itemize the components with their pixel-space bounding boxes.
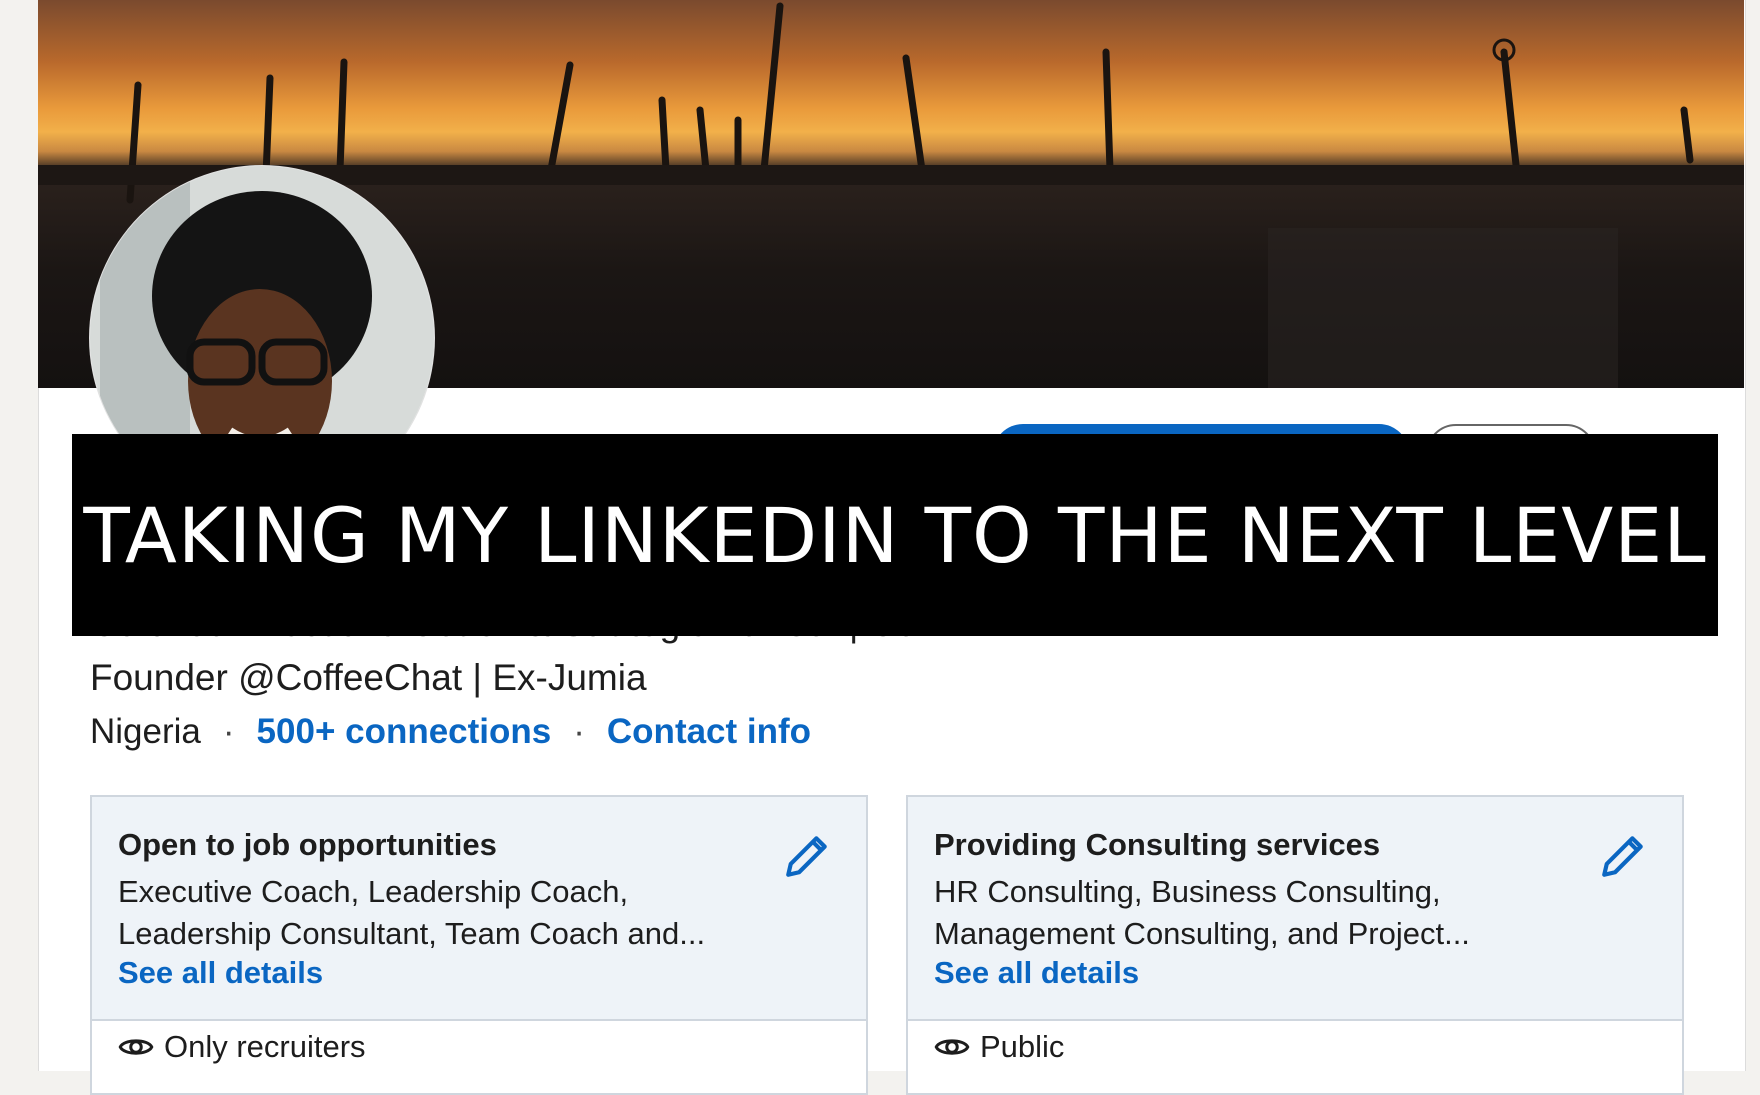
open-to-work-card: Open to job opportunities Executive Coac… — [90, 795, 868, 1095]
location-row: Nigeria · 500+ connections · Contact info — [90, 708, 811, 756]
see-all-details-link[interactable]: See all details — [934, 955, 1139, 991]
card-body: Open to job opportunities Executive Coac… — [92, 797, 866, 1021]
card-body: Providing Consulting services HR Consult… — [908, 797, 1682, 1021]
card-description-line: Management Consulting, and Project... — [934, 916, 1470, 951]
visibility-row: Only recruiters — [118, 1029, 366, 1065]
headline-line2: Founder @CoffeeChat | Ex-Jumia — [90, 657, 647, 698]
connections-link[interactable]: 500+ connections — [257, 712, 552, 751]
card-title: Open to job opportunities — [118, 827, 497, 862]
card-title: Providing Consulting services — [934, 827, 1381, 862]
separator-dot: · — [222, 712, 235, 751]
visibility-label: Only recruiters — [164, 1029, 366, 1064]
providing-services-card: Providing Consulting services HR Consult… — [906, 795, 1684, 1095]
title-overlay: TAKING MY LINKEDIN TO THE NEXT LEVEL — [72, 434, 1718, 636]
location-text: Nigeria — [90, 712, 201, 751]
pencil-icon[interactable] — [1598, 831, 1648, 881]
card-description-line: HR Consulting, Business Consulting, — [934, 874, 1441, 909]
separator-dot: · — [573, 712, 585, 751]
headline: Founder @CoffeeChat | Ex-Jumia — [90, 654, 1050, 702]
visibility-row: Public — [934, 1029, 1064, 1065]
see-all-details-link[interactable]: See all details — [118, 955, 323, 991]
eye-icon — [934, 1039, 970, 1055]
card-description: HR Consulting, Business Consulting, Mana… — [934, 871, 1574, 955]
card-description-line: Executive Coach, Leadership Coach, — [118, 874, 629, 909]
contact-info-link[interactable]: Contact info — [607, 712, 811, 751]
card-description: Executive Coach, Leadership Coach, Leade… — [118, 871, 758, 955]
pencil-icon[interactable] — [782, 831, 832, 881]
card-description-line: Leadership Consultant, Team Coach and... — [118, 916, 706, 951]
visibility-label: Public — [980, 1029, 1065, 1064]
eye-icon — [118, 1039, 154, 1055]
overlay-title: TAKING MY LINKEDIN TO THE NEXT LEVEL — [83, 490, 1707, 580]
